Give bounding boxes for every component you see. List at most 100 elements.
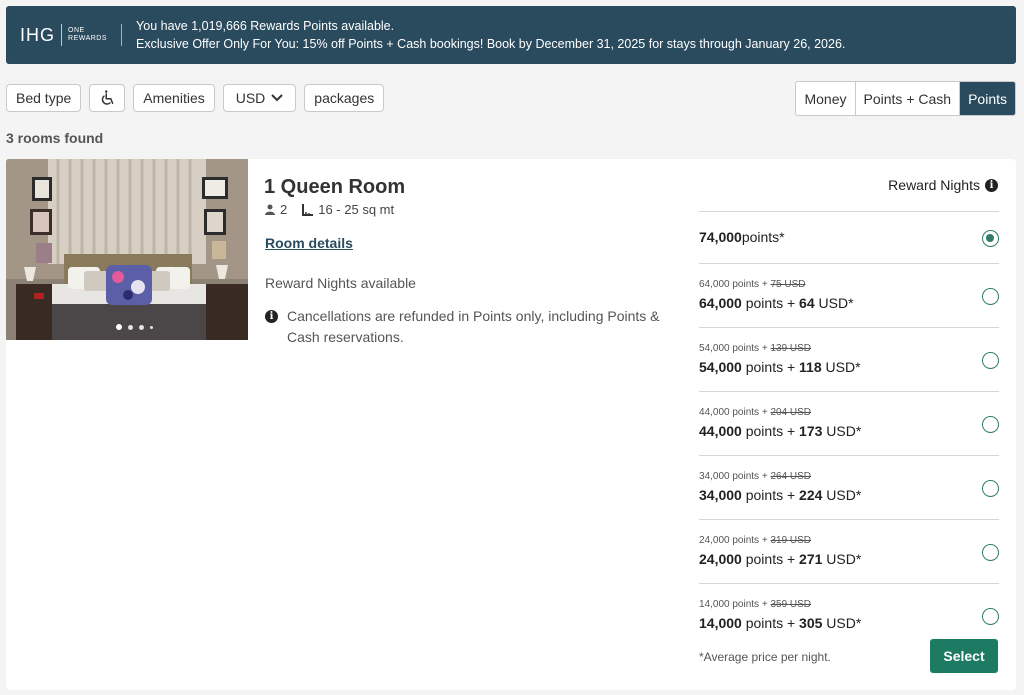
old-points: 64,000 points + [699,279,768,290]
filter-bar: Bed type Amenities USD packages [6,84,385,112]
rate-points: 54,000 [699,359,742,375]
room-details-link[interactable]: Room details [265,235,353,251]
usd-suffix: USD* [818,295,854,311]
rate-points: 44,000 [699,423,742,439]
old-points: 54,000 points + [699,343,768,354]
old-cash: 319 USD [770,535,812,546]
room-title: 1 Queen Room [264,176,406,198]
points-word: points [745,551,784,567]
toggle-money[interactable]: Money [796,82,854,115]
points-word: points [745,487,784,503]
rate-points: 34,000 [699,487,742,503]
rate-option[interactable]: 44,000 points + 204 USD 44,000 points + … [699,391,999,455]
logo-rewards-text: REWARDS [68,35,108,42]
rate-price: 24,000 points + 271 USD* [699,551,861,567]
results-count: 3 rooms found [6,130,104,146]
room-photo [6,159,248,340]
packages-filter[interactable]: packages [304,84,385,112]
rate-original-price: 34,000 points + 264 USD [699,471,811,482]
rate-price: 64,000 points + 64 USD* [699,295,854,311]
logo-separator [61,24,63,46]
rate-options: 74,000points* 64,000 points + 75 USD 64,… [699,211,999,647]
info-icon[interactable]: i [985,178,998,192]
old-cash: 204 USD [770,407,812,418]
carousel-dot[interactable] [139,324,144,330]
rate-radio[interactable] [982,288,999,305]
rate-radio[interactable] [982,416,999,433]
amenities-filter[interactable]: Amenities [133,84,215,112]
toggle-points[interactable]: Points [959,82,1015,115]
bed-type-label: Bed type [16,90,72,106]
rate-cash: 271 [799,551,823,567]
rate-points: 24,000 [699,551,742,567]
old-points: 34,000 points + [699,471,768,482]
rate-cash: 173 [799,423,823,439]
accessibility-filter[interactable] [89,84,126,112]
rate-original-price: 14,000 points + 359 USD [699,599,811,610]
bed-type-filter[interactable]: Bed type [6,84,82,112]
rate-radio[interactable] [982,230,999,247]
old-points: 24,000 points + [699,535,768,546]
amenities-label: Amenities [143,90,205,106]
select-button[interactable]: Select [930,639,998,673]
toggle-points-cash[interactable]: Points + Cash [854,82,960,115]
usd-suffix: USD* [826,615,862,631]
points-suffix: points* [741,229,785,245]
reward-nights-label: Reward Nights [888,177,980,193]
rate-points: 14,000 [699,615,742,631]
rate-option[interactable]: 34,000 points + 264 USD 34,000 points + … [699,455,999,519]
rate-cash: 224 [799,487,823,503]
banner-divider [121,24,123,46]
rate-price: 74,000points* [699,229,785,245]
rate-original-price: 54,000 points + 139 USD [699,343,811,354]
points-word: points [745,295,784,311]
usd-suffix: USD* [826,551,862,567]
points-available-text: You have 1,019,666 Rewards Points availa… [136,19,395,33]
plus-sign: + [786,551,796,567]
carousel-dot[interactable] [150,325,153,329]
room-size-icon [302,203,314,216]
old-cash: 75 USD [770,279,806,290]
room-meta: 2 16 - 25 sq mt [265,202,394,217]
old-cash: 264 USD [770,471,812,482]
usd-suffix: USD* [826,423,862,439]
rate-option[interactable]: 74,000points* [699,211,999,263]
reward-nights-header[interactable]: Reward Nights i [888,177,998,193]
rate-option[interactable]: 14,000 points + 359 USD 14,000 points + … [699,583,999,647]
currency-select[interactable]: USD [222,84,297,112]
rate-radio[interactable] [982,352,999,369]
old-cash: 139 USD [770,343,812,354]
guests-icon [265,204,275,215]
rate-price: 34,000 points + 224 USD* [699,487,861,503]
room-card: 1 Queen Room 2 16 - 25 sq mt Room detail… [6,159,1016,690]
rate-radio[interactable] [982,480,999,497]
usd-suffix: USD* [826,487,862,503]
cancellation-policy: i Cancellations are refunded in Points o… [265,306,685,348]
room-photo-carousel[interactable] [6,159,248,340]
rate-option[interactable]: 24,000 points + 319 USD 24,000 points + … [699,519,999,583]
rate-points: 74,000 [699,229,742,245]
plus-sign: + [786,615,796,631]
chevron-down-icon [271,94,284,102]
rate-option[interactable]: 64,000 points + 75 USD 64,000 points + 6… [699,263,999,327]
logo-one-rewards: ONE REWARDS [68,27,107,43]
plus-sign: + [786,295,796,311]
wheelchair-icon [102,90,114,105]
rate-radio[interactable] [982,608,999,625]
logo-ihg-text: IHG [20,24,56,45]
logo-one-text: ONE [68,27,85,34]
carousel-dot[interactable] [116,324,122,330]
ihg-logo[interactable]: IHG ONE REWARDS [6,6,121,64]
currency-label: USD [235,90,266,106]
carousel-dot[interactable] [128,324,133,330]
rate-option[interactable]: 54,000 points + 139 USD 54,000 points + … [699,327,999,391]
rate-price: 14,000 points + 305 USD* [699,615,861,631]
guest-count: 2 [280,202,288,217]
exclusive-offer-text: Exclusive Offer Only For You: 15% off Po… [136,37,846,51]
carousel-dots[interactable] [116,324,153,330]
rate-radio[interactable] [982,544,999,561]
plus-sign: + [786,359,796,375]
rate-cash: 305 [799,615,823,631]
usd-suffix: USD* [825,359,861,375]
points-word: points [745,423,784,439]
